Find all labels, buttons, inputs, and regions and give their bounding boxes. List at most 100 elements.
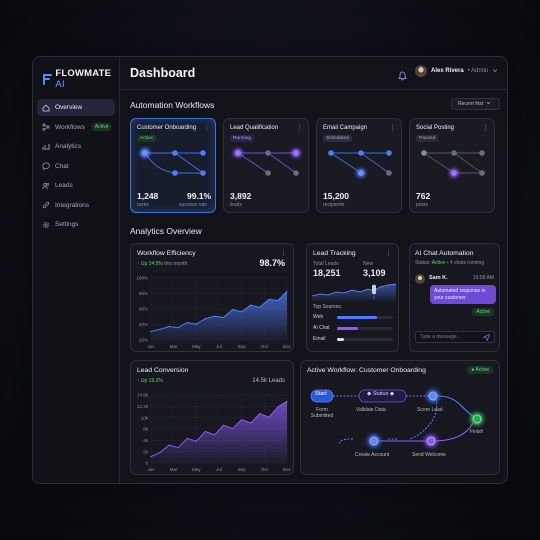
efficiency-change: ↑ Up 34.5% [137,261,163,267]
chat-message-input[interactable]: Type a message... [415,331,495,343]
app-window: FLOWMATE AI Overview Workflows Active An… [32,56,508,484]
y-tick-label: 14.5k [137,393,149,398]
x-tick-label: May [192,344,201,349]
conversion-change: ↑ Up 19.2% [137,378,163,384]
data-point [222,316,225,319]
data-point [204,430,206,433]
data-point [259,413,261,415]
data-point [250,304,252,306]
data-point [195,440,197,442]
brand[interactable]: FLOWMATE AI [43,68,119,90]
analytics-icon [42,143,50,151]
x-tick-label: Mar [170,467,178,472]
status-node[interactable]: ◆ Status ◆ [367,391,394,397]
logo-icon [43,73,52,85]
chat-sender: Sam K. [429,275,448,281]
data-point [277,406,279,408]
lead-sparkline [312,283,396,301]
bell-icon[interactable] [398,68,407,86]
status-badge: Scheduled [323,135,352,142]
x-tick-label: May [192,467,201,472]
sidebar-item-label: Settings [55,221,79,228]
workflow-graph [233,148,301,176]
chat-input-placeholder: Type a message... [420,334,461,340]
y-tick-label: 2k [143,449,149,454]
y-tick-label: 40% [139,322,148,327]
workflow-card-lead-qualification[interactable]: Lead Qualification ⋮ Running 3,892 leads [223,118,309,213]
brand-name: FLOWMATE [55,68,112,79]
more-icon[interactable]: ⋮ [389,124,396,132]
topbar: Dashboard Alex Rivera • Admin [121,57,507,90]
x-tick-label: Jan [147,467,155,472]
sidebar-item-chat[interactable]: Chat [37,158,115,175]
sidebar-item-overview[interactable]: Overview [37,99,115,116]
x-tick-label: Mar [170,344,178,349]
sidebar-item-leads[interactable]: Leads [37,177,115,194]
sidebar-item-label: Chat [55,162,69,170]
x-tick-label: Jul [216,467,222,472]
more-icon[interactable]: ⋮ [296,124,303,132]
data-point [268,416,270,418]
more-icon[interactable]: ⋮ [203,124,210,132]
ai-chat-panel: AI Chat Automation Status: Active • 4 ch… [409,243,500,352]
x-tick-label: Dec [283,344,292,349]
sidebar-item-integrations[interactable]: Integrations [37,197,115,214]
data-point [277,299,279,302]
sidebar-item-settings[interactable]: Settings [37,216,115,233]
source-bar-fill [337,316,378,319]
analytics-section-title: Analytics Overview [130,226,202,236]
page-title: Dashboard [130,66,196,80]
workflow-recipients-label: recipients [323,202,345,208]
workflow-card-title: Social Posting [416,125,455,131]
lead-tracking-panel: Lead Tracking ⋮ Total Leads New 18,251 3… [306,243,399,352]
conversion-chart: 14.5k 12.2k 10k 8k 4k 2k 0Jan Mar May Jul Sep Oct De… [137,393,292,472]
ai-chat-title: AI Chat Automation [415,250,474,257]
more-icon[interactable]: ⋮ [280,249,287,257]
more-icon[interactable]: ⋮ [385,249,392,257]
y-tick-label: 8k [143,427,149,432]
sidebar-item-analytics[interactable]: Analytics [37,138,115,155]
conversion-value: 14.5k Leads [252,378,285,384]
y-tick-label: 10k [141,415,149,420]
efficiency-value: 98.7% [259,258,285,268]
x-tick-label: Jul [216,344,222,349]
chat-time: 10:58 AM [472,275,494,281]
finish-label: Finish [470,429,484,435]
workflow-card-customer-onboarding[interactable]: Customer Onboarding ⋮ Active 1,248 tasks… [130,118,216,213]
start-node[interactable]: Start [315,391,327,397]
y-tick-label: 80% [139,291,148,296]
data-point [204,317,206,320]
workflow-leads-value: 3,892 [230,191,252,201]
y-tick-label: 12.2k [137,404,149,409]
workflow-posts-label: posts [416,202,428,208]
efficiency-title: Workflow Efficiency [137,250,196,257]
workflow-graph [421,150,485,178]
source-bar-fill [337,338,344,341]
new-leads-label: New [363,261,374,267]
workflow-card-title: Lead Qualification [230,125,279,131]
workflow-card-title: Email Campaign [323,125,368,131]
chat-message: Automated response in your customer [430,285,496,304]
user-menu[interactable]: Alex Rivera • Admin [415,65,498,77]
more-icon[interactable]: ⋮ [482,124,489,132]
send-icon[interactable] [482,333,491,343]
total-leads-value: 18,251 [313,268,341,278]
data-point [268,298,270,301]
source-label: Email [313,336,326,342]
data-point [150,330,152,333]
x-tick-label: Jan [147,344,155,349]
sidebar-item-label: Leads [55,182,73,189]
workflow-card-email-campaign[interactable]: Email Campaign ⋮ Scheduled 15,200 recipi… [316,118,402,213]
gear-icon [42,221,50,229]
home-icon [42,104,50,112]
y-tick-label: 20% [139,338,148,343]
data-point [286,290,288,293]
send-welcome-label: Send Welcome [412,452,446,458]
sort-select[interactable]: Recent first [451,98,500,110]
sidebar-item-label: Integrations [55,201,89,209]
sidebar-item-workflows[interactable]: Workflows Active [37,119,115,136]
workflow-card-social-posting[interactable]: Social Posting ⋮ Paused 762 posts [409,118,495,213]
conversion-title: Lead Conversion [137,367,189,374]
create-account-label: Create Account [355,452,390,458]
workflow-leads-label: leads [230,202,242,208]
